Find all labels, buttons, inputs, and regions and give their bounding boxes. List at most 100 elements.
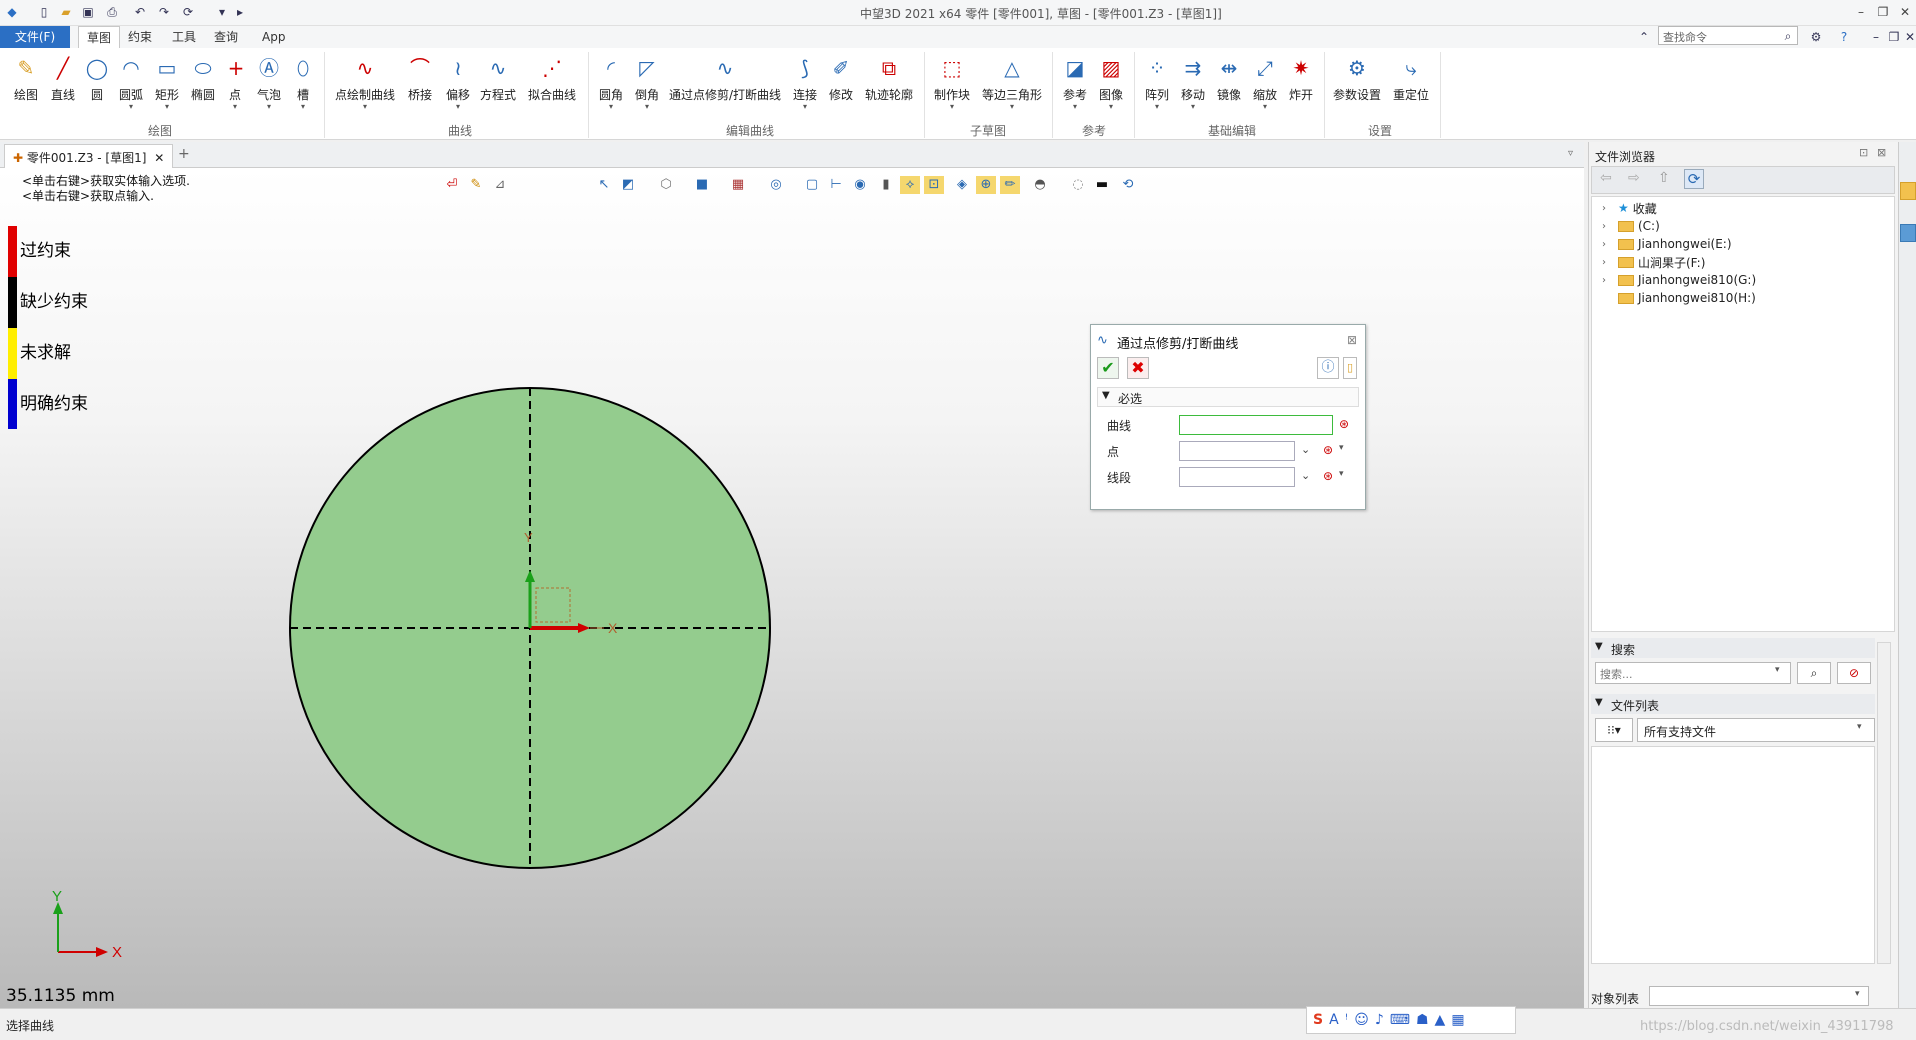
scale-button[interactable]: ⤢ 缩放 ▾ — [1248, 52, 1282, 122]
keyboard-icon[interactable]: ⌨ — [1390, 1012, 1410, 1028]
equilateral-triangle-button[interactable]: △ 等边三角形 ▾ — [978, 52, 1046, 122]
connect-button[interactable]: ⟆ 连接 ▾ — [788, 52, 822, 122]
gear-icon[interactable]: ⚙ — [1808, 29, 1824, 45]
play-icon[interactable]: ▸ — [232, 4, 248, 20]
dropdown-icon[interactable]: ▾ — [1339, 469, 1344, 479]
dropdown-icon[interactable]: ▾ — [1775, 665, 1780, 675]
clear-search-icon[interactable]: ⊘ — [1837, 662, 1871, 684]
tab-query[interactable]: 查询 — [206, 26, 246, 48]
search-section-header[interactable]: ▼ 搜索 — [1591, 638, 1875, 658]
sketch-canvas[interactable]: X Y X Y — [0, 168, 1584, 1008]
close-panel-icon[interactable]: ⊠ — [1877, 146, 1886, 159]
close-window-icon[interactable]: ✕ — [1894, 2, 1916, 22]
ellipse-button[interactable]: ⬭ 椭圆 — [186, 52, 220, 122]
trace-contour-button[interactable]: ⧉ 轨迹轮廓 — [860, 52, 918, 122]
make-block-button[interactable]: ⬚ 制作块 ▾ — [930, 52, 974, 122]
tree-item-drive-e[interactable]: › Jianhongwei(E:) — [1602, 235, 1732, 253]
slot-button[interactable]: ⬯ 槽 ▾ — [288, 52, 318, 122]
search-icon[interactable]: ⌕ — [1797, 662, 1831, 684]
dropdown-icon[interactable]: ▾ — [214, 4, 230, 20]
line-button[interactable]: ╱ 直线 — [46, 52, 80, 122]
circle-button[interactable]: ◯ 圆 — [82, 52, 112, 122]
skin-icon[interactable]: ▲ — [1435, 1012, 1446, 1028]
file-menu[interactable]: 文件(F) — [0, 26, 70, 48]
forward-icon[interactable]: ⇨ — [1628, 170, 1640, 186]
dropdown-icon[interactable]: ▾ — [1339, 443, 1344, 453]
relocate-button[interactable]: ⤷ 重定位 — [1388, 52, 1434, 122]
back-icon[interactable]: ⇦ — [1600, 170, 1612, 186]
draw-button[interactable]: ✎ 绘图 — [8, 52, 44, 122]
document-tab[interactable]: ✚ 零件001.Z3 - [草图1] ✕ — [4, 144, 174, 168]
close-icon[interactable]: ⊠ — [1347, 333, 1357, 347]
required-section-header[interactable]: ▼ 必选 — [1097, 387, 1359, 407]
toolbox-icon[interactable]: ▦ — [1451, 1012, 1464, 1028]
mic-icon[interactable]: ♪ — [1375, 1012, 1384, 1028]
tab-dropdown-icon[interactable]: ▿ — [1568, 148, 1573, 159]
up-icon[interactable]: ⇧ — [1658, 170, 1670, 186]
save-icon[interactable]: ▣ — [80, 4, 96, 20]
doc-close-icon[interactable]: ✕ — [1902, 29, 1916, 45]
info-icon[interactable]: ⓘ — [1317, 357, 1339, 379]
param-settings-button[interactable]: ⚙ 参数设置 — [1330, 52, 1384, 122]
explode-button[interactable]: ✷ 炸开 — [1284, 52, 1318, 122]
rectangle-button[interactable]: ▭ 矩形 ▾ — [150, 52, 184, 122]
tab-tools[interactable]: 工具 — [164, 26, 204, 48]
tree-item-drive-f[interactable]: › 山涧果子(F:) — [1602, 253, 1705, 271]
point-curve-button[interactable]: ∿ 点绘制曲线 ▾ — [332, 52, 398, 122]
history-icon[interactable] — [1900, 224, 1916, 242]
offset-button[interactable]: ≀ 偏移 ▾ — [440, 52, 476, 122]
modify-button[interactable]: ✐ 修改 — [824, 52, 858, 122]
sogou-icon[interactable]: S — [1313, 1012, 1323, 1028]
point-button[interactable]: + 点 ▾ — [222, 52, 248, 122]
tree-item-drive-c[interactable]: › (C:) — [1602, 217, 1660, 235]
arc-button[interactable]: ◠ 圆弧 ▾ — [114, 52, 148, 122]
move-button[interactable]: ⇉ 移动 ▾ — [1176, 52, 1210, 122]
new-icon[interactable]: ▯ — [36, 4, 52, 20]
sync-icon[interactable]: ⟳ — [180, 4, 196, 20]
dropdown-icon[interactable]: ▾ — [1857, 722, 1862, 732]
tree-item-favorites[interactable]: › ★ 收藏 — [1602, 199, 1657, 217]
pin-panel-icon[interactable]: ⊡ — [1859, 146, 1868, 159]
cancel-button[interactable]: ✖ — [1127, 357, 1149, 379]
tree-item-drive-h[interactable]: Jianhongwei810(H:) — [1602, 289, 1756, 307]
pick-icon[interactable]: ⊛ — [1323, 443, 1333, 457]
file-list[interactable] — [1591, 746, 1875, 964]
pick-icon[interactable]: ⊛ — [1323, 469, 1333, 483]
view-mode-icon[interactable]: ⁝⁝▾ — [1595, 718, 1633, 742]
tab-constraint[interactable]: 约束 — [120, 26, 160, 48]
curve-input[interactable] — [1179, 415, 1333, 435]
doc-restore-icon[interactable]: ❐ — [1886, 29, 1902, 45]
fillet-button[interactable]: ◜ 圆角 ▾ — [594, 52, 628, 122]
bridge-button[interactable]: ⌒ 桥接 — [402, 52, 438, 122]
redo-icon[interactable]: ↷ — [156, 4, 172, 20]
expand-icon[interactable]: ⌄ — [1301, 443, 1310, 456]
equation-button[interactable]: ∿ 方程式 — [478, 52, 518, 122]
object-list-select[interactable] — [1649, 986, 1869, 1006]
balloon-button[interactable]: Ⓐ 气泡 ▾ — [252, 52, 286, 122]
mirror-button[interactable]: ⇹ 镜像 — [1212, 52, 1246, 122]
user-icon[interactable]: ☗ — [1416, 1012, 1429, 1028]
emoji-icon[interactable]: ☺ — [1354, 1012, 1369, 1028]
restore-icon[interactable]: ❐ — [1872, 2, 1894, 22]
file-list-section-header[interactable]: ▼ 文件列表 — [1591, 694, 1875, 714]
close-tab-icon[interactable]: ✕ — [154, 151, 164, 165]
segment-input[interactable] — [1179, 467, 1295, 487]
chamfer-button[interactable]: ◸ 倒角 ▾ — [630, 52, 664, 122]
reference-button[interactable]: ◪ 参考 ▾ — [1058, 52, 1092, 122]
expand-icon[interactable]: ⌄ — [1301, 469, 1310, 482]
minimize-icon[interactable]: – — [1850, 2, 1872, 22]
file-search-input[interactable]: 搜索... — [1595, 662, 1791, 684]
command-search-input[interactable]: 查找命令 — [1658, 26, 1798, 45]
open-icon[interactable]: ▰ — [58, 4, 74, 20]
tab-app[interactable]: App — [254, 26, 293, 48]
file-filter-select[interactable]: 所有支持文件 — [1637, 718, 1875, 742]
collapse-ribbon-icon[interactable]: ⌃ — [1636, 29, 1652, 45]
add-tab-button[interactable]: + — [178, 146, 190, 162]
doc-minimize-icon[interactable]: – — [1868, 29, 1884, 45]
refresh-icon[interactable]: ⟳ — [1684, 169, 1704, 189]
point-input[interactable] — [1179, 441, 1295, 461]
tree-item-drive-g[interactable]: › Jianhongwei810(G:) — [1602, 271, 1756, 289]
sketch-viewport[interactable]: <单击右键>获取实体输入选项. <单击右键>获取点输入. ⏎ ✎ ⊿ ↖ ◩ ⬡… — [0, 168, 1584, 1008]
ime-mode-icon[interactable]: A — [1329, 1012, 1339, 1028]
print-icon[interactable]: ⎙ — [104, 4, 120, 20]
